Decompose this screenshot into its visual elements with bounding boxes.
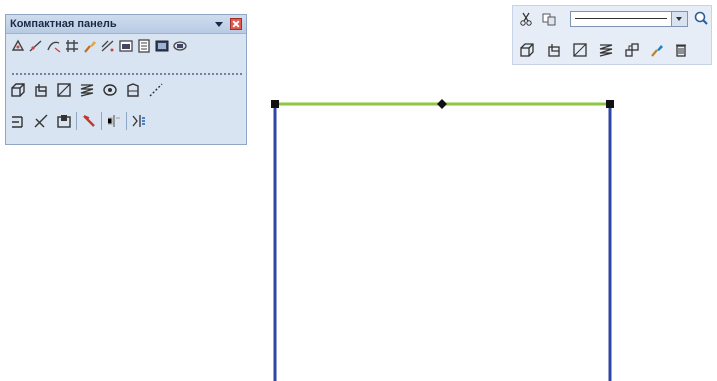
start-point-handle[interactable] (271, 100, 279, 108)
end-point-handle[interactable] (606, 100, 614, 108)
sketch-canvas[interactable] (0, 0, 717, 381)
midpoint-handle[interactable] (437, 99, 447, 109)
